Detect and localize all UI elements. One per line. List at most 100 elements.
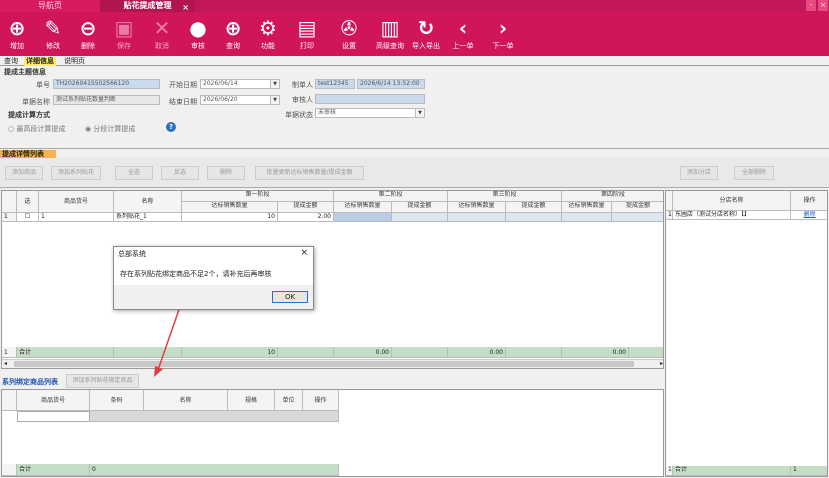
audit-button[interactable]: ● 审核: [181, 15, 215, 55]
store-row-name[interactable]: 东圃店（测试分店名称）【】: [673, 211, 791, 220]
make-time-field[interactable]: 2026/6/14 13:52:00: [357, 79, 425, 89]
prev-button[interactable]: ‹ 上一单: [446, 15, 480, 55]
total-stage3: 0.00: [448, 347, 506, 358]
add-product-button[interactable]: 添加商品: [5, 166, 43, 180]
status-select[interactable]: 未审核 ▼: [315, 108, 425, 118]
gear-icon: ⚙: [259, 16, 277, 40]
row-stage2-amt[interactable]: [392, 213, 448, 222]
edit-button[interactable]: ✎ 修改: [36, 15, 70, 55]
auditor-field[interactable]: [315, 94, 425, 104]
printer-icon: ▤: [297, 16, 317, 40]
window-close-button[interactable]: ×: [818, 0, 828, 11]
help-icon[interactable]: ?: [166, 122, 176, 132]
add-button[interactable]: ⊕ 增加: [0, 15, 34, 55]
stage3-qty-header: 达标销售数量: [448, 202, 506, 213]
start-date-field[interactable]: 2026/06/14 ▼: [200, 79, 280, 89]
plus-circle-icon: ⊕: [8, 16, 26, 40]
binding-edit-cell[interactable]: [17, 411, 90, 422]
horizontal-scrollbar[interactable]: ◂ ▸: [2, 359, 663, 368]
row-checkbox[interactable]: ☐: [17, 213, 39, 222]
chevron-down-icon[interactable]: ▼: [270, 80, 279, 88]
function-button[interactable]: ⚙ 功能: [251, 15, 285, 55]
stage4-header: 第四阶段: [562, 191, 663, 202]
delete-button[interactable]: 删除: [207, 166, 245, 180]
delete-button[interactable]: ⊖ 删除: [71, 15, 105, 55]
scroll-right-icon[interactable]: ▸: [660, 360, 663, 367]
row-product-code[interactable]: 1: [39, 213, 114, 222]
add-binding-product-button[interactable]: 添加系列贴花绑定商品: [66, 374, 139, 388]
minus-circle-icon: ⊖: [79, 16, 97, 40]
row-stage4-qty[interactable]: [562, 213, 612, 222]
row-stage3-amt[interactable]: [506, 213, 562, 222]
row-stage1-qty[interactable]: 10: [182, 213, 278, 222]
row-index: 1: [2, 213, 17, 222]
dialog-title: 总部系统: [118, 250, 146, 258]
tab-nav[interactable]: 导航页: [0, 0, 100, 12]
chevron-down-icon[interactable]: ▼: [415, 109, 424, 117]
binding-total-value: 0: [90, 464, 339, 476]
select-all-button[interactable]: 全选: [115, 166, 153, 180]
prev-label: 上一单: [452, 42, 474, 50]
add-store-button[interactable]: 添加分店: [680, 166, 718, 180]
print-button[interactable]: ▤ 打印: [290, 15, 324, 55]
grid-corner: [2, 191, 17, 213]
import-button[interactable]: ↻ 导入导出: [409, 15, 443, 55]
doc-name-field[interactable]: 测试系列贴花数量判断: [53, 95, 160, 105]
tab-details[interactable]: 详细信息: [24, 57, 56, 66]
store-total-index: 1: [666, 466, 673, 476]
maker-label: 制单人: [292, 81, 313, 89]
col-binding-unit: 单位: [275, 390, 303, 411]
add-series-sticker-button[interactable]: 添加系列贴花: [51, 166, 101, 180]
binding-grid-corner: [2, 390, 17, 411]
row-stage4-amt[interactable]: [612, 213, 663, 222]
tab-notes[interactable]: 说明页: [62, 57, 87, 66]
calc-option-highest-label: 最高段计算提成: [16, 125, 66, 133]
cancel-button[interactable]: ✕ 取消: [145, 15, 179, 55]
invert-selection-button[interactable]: 反选: [161, 166, 199, 180]
doc-no-field[interactable]: TH2026041S502566120: [53, 79, 160, 89]
store-delete-link[interactable]: 删除: [791, 211, 827, 220]
chevron-down-icon[interactable]: ▼: [270, 96, 279, 104]
query-button[interactable]: ⊕ 查询: [216, 15, 250, 55]
batch-update-button[interactable]: 批量更新达标销售数量/提成金额: [255, 166, 364, 180]
total-empty: [278, 347, 334, 358]
calc-method-label: 提成计算方式: [8, 111, 50, 119]
tab-bar: 导航页 贴花提成管理 × - ×: [0, 0, 829, 12]
row-name[interactable]: 系列贴花_1: [114, 213, 182, 222]
scroll-thumb[interactable]: [14, 361, 634, 367]
row-stage1-amt[interactable]: 2.00: [278, 213, 334, 222]
tab-query[interactable]: 查询: [2, 57, 20, 66]
row-stage2-qty[interactable]: [334, 213, 392, 222]
expand-button[interactable]: ▥ 高级查询: [373, 15, 407, 55]
dialog-message: 存在系列贴花绑定商品不足2个，请补充后再审核: [120, 270, 272, 278]
scroll-left-icon[interactable]: ◂: [4, 360, 7, 367]
total-stage1-qty: 10: [182, 347, 278, 358]
settings-button[interactable]: ✇ 设置: [332, 15, 366, 55]
col-store-name: 分店名称: [673, 191, 791, 211]
binding-section-title: 系列绑定商品列表: [2, 378, 58, 386]
calc-option-highest[interactable]: ○ 最高段计算提成: [8, 124, 65, 134]
arrow-head: [154, 366, 163, 377]
delete-label: 删除: [81, 42, 95, 50]
row-stage3-qty[interactable]: [448, 213, 506, 222]
col-binding-op: 操作: [303, 390, 339, 411]
delete-all-stores-button[interactable]: 全部删除: [734, 166, 774, 180]
end-date-field[interactable]: 2026/06/20 ▼: [200, 95, 280, 105]
calc-option-segment[interactable]: ◉ 分段计算提成: [85, 124, 135, 134]
col-name: 名称: [114, 191, 182, 213]
dialog-ok-button[interactable]: OK: [272, 291, 308, 303]
edit-label: 修改: [46, 42, 60, 50]
stage1-header: 第一阶段: [182, 191, 334, 202]
header-section-title: 提成主题信息: [4, 68, 46, 76]
col-product-code: 商品货号: [39, 191, 114, 213]
next-button[interactable]: › 下一单: [486, 15, 520, 55]
stage1-qty-header: 达标销售数量: [182, 202, 278, 213]
store-total-label: 合计: [673, 466, 791, 476]
minimize-button[interactable]: -: [806, 0, 816, 11]
tab-sticker-commission[interactable]: 贴花提成管理 ×: [100, 0, 195, 12]
save-button[interactable]: ▣ 保存: [107, 15, 141, 55]
dialog-close-icon[interactable]: ×: [300, 248, 308, 258]
toolbar: ⊕ 增加 ✎ 修改 ⊖ 删除 ▣ 保存 ✕ 取消 ● 审核 ⊕ 查询 ⚙ 功能 ▤ 打印 ✇ 设置 ▥ 高级查询 ↻ 导入导出…: [0, 12, 829, 56]
binding-total-label: 合计: [17, 464, 90, 476]
maker-field[interactable]: test12345: [315, 79, 355, 89]
